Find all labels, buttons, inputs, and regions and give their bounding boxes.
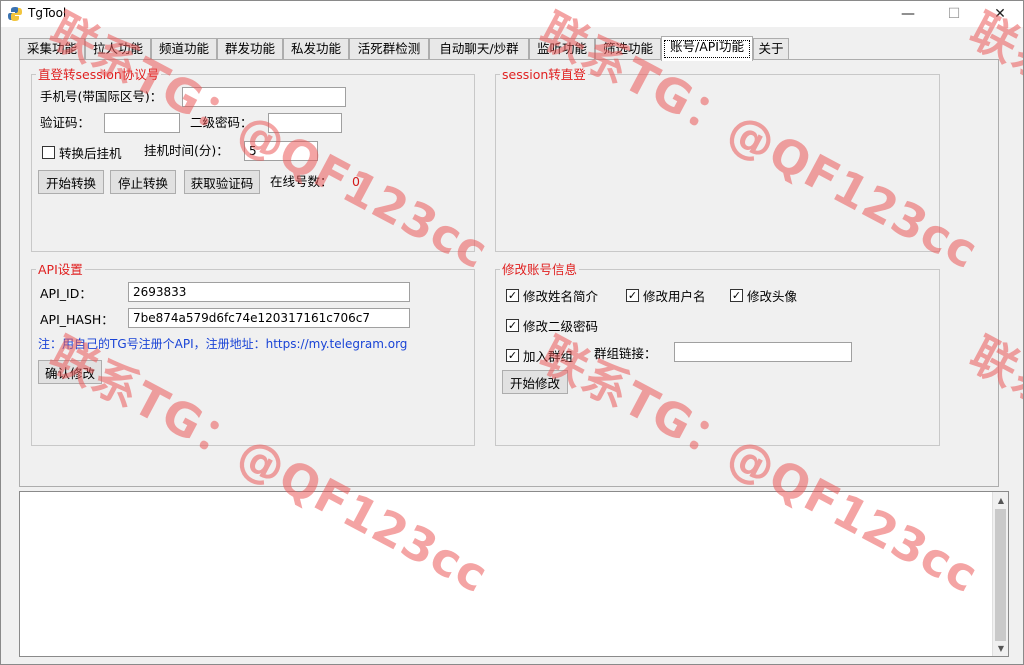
start-convert-button[interactable]: 开始转换 — [38, 170, 104, 194]
scroll-down-icon[interactable]: ▼ — [993, 640, 1009, 656]
login-convert-group: 直登转session协议号 手机号(带国际区号)： 验证码： 二级密码： 转换后… — [31, 67, 475, 252]
api-hash-label: API_HASH： — [40, 312, 114, 327]
python-app-icon — [8, 7, 22, 21]
tab-about[interactable]: 关于 — [753, 38, 789, 60]
tab-group-check[interactable]: 活死群检测 — [349, 38, 429, 60]
group-title: API设置 — [36, 262, 85, 277]
check-icon: ✓ — [626, 289, 639, 302]
tab-label: 采集功能 — [26, 41, 77, 56]
minimize-icon: — — [901, 6, 915, 22]
scrollbar-thumb[interactable] — [995, 509, 1006, 641]
api-register-note: 注：用自己的TG号注册个API，注册地址：https://my.telegram… — [38, 337, 408, 351]
tab-group-send[interactable]: 群发功能 — [217, 38, 283, 60]
tab-filter[interactable]: 筛选功能 — [595, 38, 661, 60]
tab-label: 活死群检测 — [357, 41, 421, 56]
modify-avatar-checkbox[interactable]: ✓ 修改头像 — [730, 286, 797, 305]
checkbox-label: 转换后挂机 — [59, 146, 122, 161]
tab-page-account-api: 直登转session协议号 手机号(带国际区号)： 验证码： 二级密码： 转换后… — [19, 59, 999, 487]
tab-label: 拉人功能 — [92, 41, 143, 56]
password2-label: 二级密码： — [190, 115, 253, 130]
check-icon: ✓ — [506, 289, 519, 302]
online-count-label: 在线号数： — [270, 174, 333, 189]
checkbox-label: 加入群组 — [523, 349, 574, 364]
api-id-input[interactable] — [128, 282, 410, 302]
tab-auto-chat[interactable]: 自动聊天/炒群 — [429, 38, 529, 60]
phone-input[interactable] — [182, 87, 346, 107]
tab-collect[interactable]: 采集功能 — [19, 38, 85, 60]
maximize-icon: ☐ — [947, 6, 961, 22]
tab-label: 监听功能 — [536, 41, 587, 56]
api-id-label: API_ID： — [40, 286, 92, 301]
join-group-checkbox[interactable]: ✓ 加入群组 — [506, 346, 573, 365]
api-settings-group: API设置 API_ID： API_HASH： 注：用自己的TG号注册个API，… — [31, 262, 475, 446]
close-button[interactable]: ✕ — [977, 1, 1023, 27]
tab-label: 群发功能 — [224, 41, 275, 56]
group-link-input[interactable] — [674, 342, 852, 362]
stop-convert-button[interactable]: 停止转换 — [110, 170, 176, 194]
modify-account-group: 修改账号信息 ✓ 修改姓名简介 ✓ 修改用户名 ✓ 修改头像 ✓ 修改二级密码 … — [495, 262, 940, 446]
hang-time-input[interactable] — [244, 141, 318, 161]
tab-label: 频道功能 — [158, 41, 209, 56]
close-icon: ✕ — [994, 6, 1006, 22]
confirm-modify-button[interactable]: 确认修改 — [38, 360, 102, 384]
tab-label: 筛选功能 — [602, 41, 653, 56]
tab-account-api[interactable]: 账号/API功能 — [661, 36, 753, 61]
group-title: 直登转session协议号 — [36, 67, 162, 82]
tab-focus-rect — [664, 40, 750, 58]
log-scrollbar[interactable]: ▲ ▼ — [992, 492, 1008, 656]
checkbox-label: 修改姓名简介 — [523, 289, 599, 304]
phone-label: 手机号(带国际区号)： — [40, 89, 163, 104]
scroll-up-icon[interactable]: ▲ — [993, 492, 1009, 508]
modify-username-checkbox[interactable]: ✓ 修改用户名 — [626, 286, 706, 305]
get-code-button[interactable]: 获取验证码 — [184, 170, 260, 194]
log-output-area[interactable]: ▲ ▼ — [19, 491, 1009, 657]
group-link-label: 群组链接： — [594, 346, 657, 361]
checkbox-label: 修改用户名 — [643, 289, 706, 304]
session-convert-group: session转直登 — [495, 67, 940, 252]
api-hash-input[interactable] — [128, 308, 410, 328]
tab-label: 关于 — [758, 41, 784, 56]
tab-label: 自动聊天/炒群 — [439, 41, 519, 56]
title-bar[interactable]: TgTool — ☐ ✕ — [1, 1, 1023, 27]
check-icon: ✓ — [506, 319, 519, 332]
checkbox-label: 修改二级密码 — [523, 319, 599, 334]
online-count-value: 0 — [352, 174, 360, 189]
app-window: TgTool — ☐ ✕ 采集功能 拉人功能 频道功能 群发功能 私发功能 活死… — [0, 0, 1024, 665]
checkbox-box — [42, 146, 55, 159]
tab-pull-users[interactable]: 拉人功能 — [85, 38, 151, 60]
maximize-button[interactable]: ☐ — [931, 1, 977, 27]
check-icon: ✓ — [506, 349, 519, 362]
modify-name-bio-checkbox[interactable]: ✓ 修改姓名简介 — [506, 286, 598, 305]
password2-input[interactable] — [268, 113, 342, 133]
tab-private-send[interactable]: 私发功能 — [283, 38, 349, 60]
modify-password2-checkbox[interactable]: ✓ 修改二级密码 — [506, 316, 598, 335]
group-title: 修改账号信息 — [500, 262, 580, 277]
tab-bar: 采集功能 拉人功能 频道功能 群发功能 私发功能 活死群检测 自动聊天/炒群 监… — [19, 36, 1009, 61]
window-title: TgTool — [28, 6, 67, 20]
group-title: session转直登 — [500, 67, 588, 82]
code-input[interactable] — [104, 113, 180, 133]
tab-monitor[interactable]: 监听功能 — [529, 38, 595, 60]
tab-channel[interactable]: 频道功能 — [151, 38, 217, 60]
minimize-button[interactable]: — — [885, 1, 931, 27]
check-icon: ✓ — [730, 289, 743, 302]
code-label: 验证码： — [40, 115, 91, 130]
hang-time-label: 挂机时间(分)： — [144, 143, 229, 158]
start-modify-button[interactable]: 开始修改 — [502, 370, 568, 394]
hang-after-convert-checkbox[interactable]: 转换后挂机 — [42, 143, 122, 162]
checkbox-label: 修改头像 — [747, 289, 798, 304]
tab-label: 私发功能 — [290, 41, 341, 56]
